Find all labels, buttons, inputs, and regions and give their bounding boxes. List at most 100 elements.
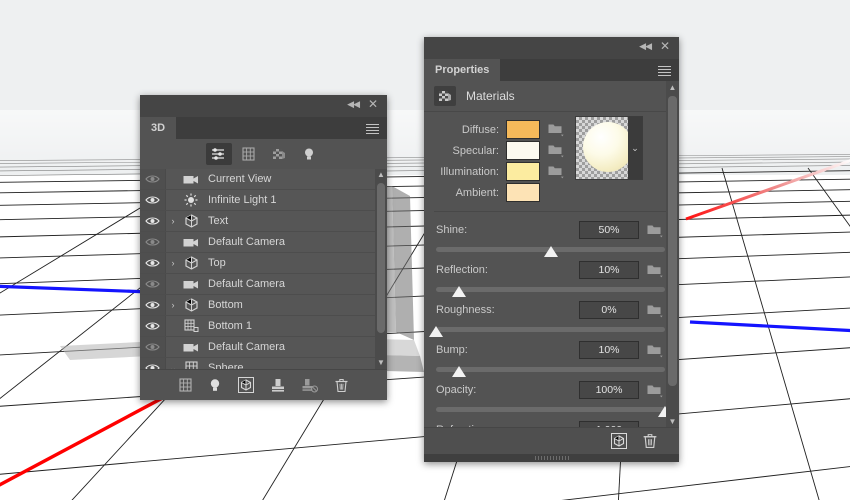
texture-folder-button[interactable]	[548, 164, 568, 179]
add-mesh-button[interactable]	[179, 378, 192, 392]
expand-arrow-icon[interactable]: ⌄	[166, 363, 180, 370]
scene-list-item[interactable]: Infinite Light 1	[140, 190, 387, 211]
panel-resize-grip[interactable]	[424, 454, 679, 462]
add-light-button[interactable]	[209, 378, 221, 393]
panel-menu-icon[interactable]	[658, 66, 671, 76]
slider-value[interactable]: 100%	[579, 381, 639, 399]
visibility-toggle[interactable]	[140, 232, 166, 252]
expand-arrow-icon[interactable]: ›	[166, 216, 180, 226]
texture-folder-button[interactable]	[548, 122, 568, 137]
slider-handle[interactable]	[451, 366, 466, 377]
slider-handle[interactable]	[543, 246, 558, 257]
visibility-icon[interactable]	[145, 258, 160, 268]
visibility-toggle[interactable]	[140, 190, 166, 210]
slider-value[interactable]: 10%	[579, 261, 639, 279]
visibility-toggle[interactable]	[140, 316, 166, 336]
filter-materials-button[interactable]	[266, 143, 292, 165]
delete-button[interactable]	[335, 378, 348, 393]
texture-folder-button[interactable]	[647, 263, 667, 278]
filter-meshes-button[interactable]	[236, 143, 262, 165]
color-swatch[interactable]	[506, 183, 540, 202]
scroll-down-icon[interactable]: ▼	[375, 357, 387, 369]
properties-panel[interactable]: ◀◀ ✕ Properties Materials Diffuse: Specul…	[424, 37, 679, 462]
material-preview[interactable]: ⌄	[575, 116, 643, 180]
scene-list-item[interactable]: › Top	[140, 253, 387, 274]
filter-scene-button[interactable]	[205, 143, 232, 165]
visibility-icon[interactable]	[145, 174, 160, 184]
visibility-toggle[interactable]	[140, 337, 166, 357]
scene-list-item[interactable]: Current View	[140, 169, 387, 190]
visibility-icon[interactable]	[145, 321, 160, 331]
clear-paint-button[interactable]	[302, 378, 318, 393]
slider-track[interactable]	[429, 326, 665, 337]
visibility-toggle[interactable]	[140, 295, 166, 315]
new-material-button[interactable]	[611, 433, 627, 449]
visibility-toggle[interactable]	[140, 358, 166, 369]
collapse-icon[interactable]: ◀◀	[639, 42, 652, 51]
folder-icon[interactable]	[647, 383, 664, 398]
texture-folder-button[interactable]	[647, 223, 667, 238]
visibility-icon[interactable]	[145, 237, 160, 247]
texture-folder-button[interactable]	[548, 143, 568, 158]
folder-icon[interactable]	[548, 122, 565, 137]
visibility-icon[interactable]	[145, 363, 160, 369]
close-icon[interactable]: ✕	[368, 98, 378, 110]
panel-menu-icon[interactable]	[366, 124, 379, 134]
filter-lights-button[interactable]	[296, 143, 322, 165]
visibility-icon[interactable]	[145, 195, 160, 205]
expand-arrow-icon[interactable]: ›	[166, 300, 180, 310]
tab-properties[interactable]: Properties	[424, 59, 501, 81]
scene-list-scrollbar[interactable]: ▲ ▼	[375, 169, 387, 369]
scene-list-item[interactable]: Default Camera	[140, 337, 387, 358]
visibility-icon[interactable]	[145, 279, 160, 289]
expand-arrow-icon[interactable]: ›	[166, 258, 180, 268]
folder-icon[interactable]	[647, 303, 664, 318]
slider-value[interactable]: 0%	[579, 301, 639, 319]
scrollbar-thumb[interactable]	[668, 96, 677, 386]
paint-button[interactable]	[271, 378, 285, 393]
visibility-toggle[interactable]	[140, 169, 166, 189]
folder-icon[interactable]	[548, 164, 565, 179]
tab-3d[interactable]: 3D	[140, 117, 177, 139]
visibility-icon[interactable]	[145, 342, 160, 352]
3d-scene-list[interactable]: Current View Infinite Light 1 › Text Default…	[140, 169, 387, 369]
texture-folder-button[interactable]	[647, 343, 667, 358]
close-icon[interactable]: ✕	[660, 40, 670, 52]
visibility-toggle[interactable]	[140, 274, 166, 294]
chevron-down-icon[interactable]: ⌄	[628, 117, 642, 179]
collapse-icon[interactable]: ◀◀	[347, 100, 360, 109]
slider-value[interactable]: 50%	[579, 221, 639, 239]
visibility-icon[interactable]	[145, 300, 160, 310]
scroll-up-icon[interactable]: ▲	[375, 169, 387, 181]
folder-icon[interactable]	[647, 223, 664, 238]
scene-list-item[interactable]: › Text	[140, 211, 387, 232]
slider-handle[interactable]	[451, 286, 466, 297]
slider-track[interactable]	[436, 366, 665, 377]
render-button[interactable]	[238, 377, 254, 393]
scrollbar-thumb[interactable]	[377, 183, 385, 333]
texture-folder-button[interactable]	[647, 303, 667, 318]
3d-panel[interactable]: ◀◀ ✕ 3D Current View Infinite Light 1 › …	[140, 95, 387, 400]
scene-list-item[interactable]: › Bottom	[140, 295, 387, 316]
slider-value[interactable]: 10%	[579, 341, 639, 359]
visibility-toggle[interactable]	[140, 211, 166, 231]
color-swatch[interactable]	[506, 120, 540, 139]
color-swatch[interactable]	[506, 141, 540, 160]
slider-track[interactable]	[436, 286, 665, 297]
visibility-icon[interactable]	[145, 216, 160, 226]
delete-material-button[interactable]	[643, 433, 657, 449]
slider-track[interactable]	[436, 246, 665, 257]
folder-icon[interactable]	[647, 343, 664, 358]
scroll-up-icon[interactable]: ▲	[666, 81, 679, 94]
scene-list-item[interactable]: ⌄ Sphere	[140, 358, 387, 369]
folder-icon[interactable]	[548, 143, 565, 158]
color-swatch[interactable]	[506, 162, 540, 181]
scene-list-item[interactable]: Default Camera	[140, 232, 387, 253]
scene-list-item[interactable]: Default Camera	[140, 274, 387, 295]
folder-icon[interactable]	[647, 263, 664, 278]
texture-folder-button[interactable]	[647, 383, 667, 398]
properties-scrollbar[interactable]: ▲ ▼	[666, 81, 679, 428]
scene-list-item[interactable]: Bottom 1	[140, 316, 387, 337]
slider-handle[interactable]	[429, 326, 443, 337]
slider-track[interactable]	[436, 406, 672, 417]
